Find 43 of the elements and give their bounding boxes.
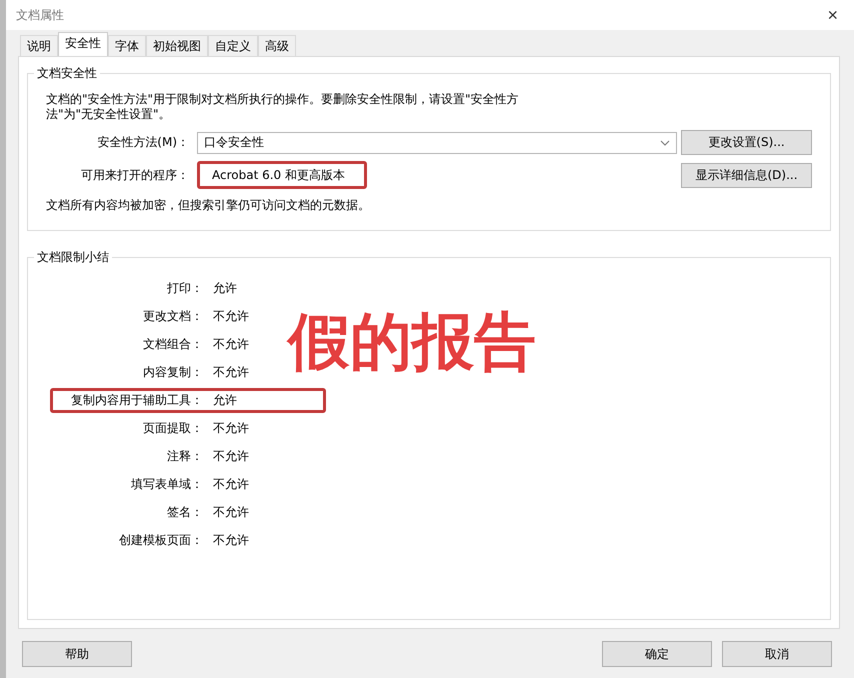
restriction-value: 不允许: [213, 420, 249, 437]
annotation-text: 假的报告: [288, 304, 536, 380]
encryption-note: 文档所有内容均被加密，但搜索引擎仍可访问文档的元数据。: [46, 197, 371, 214]
restriction-label: 内容复制：: [142, 364, 204, 381]
restriction-value: 允许: [213, 280, 237, 297]
restriction-label: 填写表单域：: [130, 476, 204, 493]
help-button[interactable]: 帮助: [22, 641, 132, 667]
restriction-value: 不允许: [213, 504, 249, 521]
tab[interactable]: 说明: [20, 35, 58, 56]
restriction-value: 不允许: [213, 364, 249, 381]
restriction-label: 页面提取：: [142, 420, 204, 437]
group-title: 文档限制小结: [36, 249, 110, 266]
tab[interactable]: 字体: [108, 35, 146, 56]
caret-icon: [660, 140, 670, 146]
field-label: 可用来打开的程序：: [80, 166, 190, 184]
restriction-label: 文档组合：: [142, 336, 204, 353]
method-dropdown[interactable]: 口令安全性: [197, 132, 677, 154]
restriction-value: 允许: [213, 392, 237, 409]
tab[interactable]: 初始视图: [146, 35, 208, 56]
cancel-button[interactable]: 取消: [722, 641, 832, 667]
description: 文档的"安全性方法"用于限制对文档所执行的操作。要删除安全性限制，请设置"安全性方法"为"无安全性设置"。: [46, 92, 520, 122]
change-settings-button[interactable]: 更改设置(S)...: [681, 130, 812, 155]
restriction-label: 打印：: [166, 280, 204, 297]
restriction-value: 不允许: [213, 532, 249, 549]
restriction-label: 创建模板页面：: [118, 532, 204, 549]
tab[interactable]: 自定义: [208, 35, 258, 56]
restriction-value: 不允许: [213, 448, 249, 465]
tab[interactable]: 高级: [258, 35, 296, 56]
group-title: 文档安全性: [36, 65, 98, 82]
ok-button[interactable]: 确定: [602, 641, 712, 667]
close-button[interactable]: ×: [821, 4, 844, 26]
show-details-button[interactable]: 显示详细信息(D)...: [681, 162, 812, 188]
restriction-label: 注释：: [166, 448, 204, 465]
restriction-value: 不允许: [213, 336, 249, 353]
program-value: Acrobat 6.0 和更高版本: [197, 161, 367, 189]
restriction-label: 更改文档：: [142, 308, 204, 325]
tab[interactable]: 安全性: [58, 32, 108, 56]
restriction-label: 复制内容用于辅助工具：: [70, 392, 204, 409]
restriction-value: 不允许: [213, 308, 249, 325]
field-label: 安全性方法(M)：: [96, 134, 190, 151]
restriction-label: 签名：: [166, 504, 204, 521]
restriction-value: 不允许: [213, 476, 249, 493]
window-title: 文档属性: [16, 6, 64, 24]
